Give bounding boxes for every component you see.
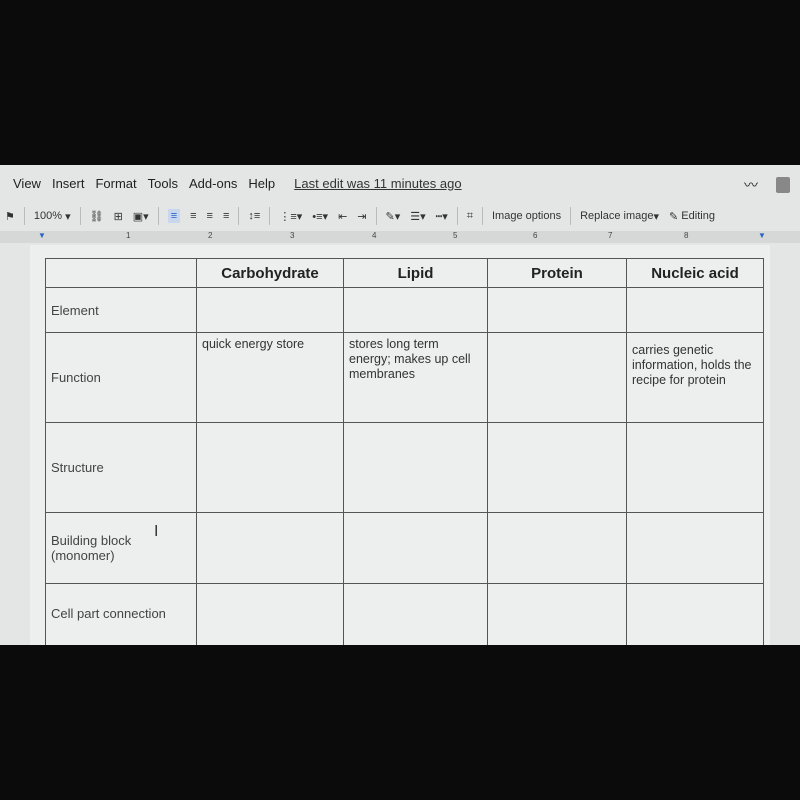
align-center-icon[interactable]: ≡ xyxy=(190,210,196,222)
table-cell[interactable] xyxy=(487,287,627,333)
divider xyxy=(375,207,377,225)
indent-marker-icon[interactable]: ▼ xyxy=(38,231,46,240)
table-header-row: Carbohydrate Lipid Protein Nucleic acid xyxy=(45,258,764,288)
table-cell[interactable] xyxy=(626,422,764,513)
table-cell[interactable] xyxy=(343,512,488,584)
border-weight-icon[interactable]: ☰▾ xyxy=(410,210,425,223)
align-left-icon[interactable]: ≡ xyxy=(167,209,181,223)
replace-image-button[interactable]: Replace image ▾ xyxy=(580,210,659,223)
divider xyxy=(79,207,81,225)
menu-tools[interactable]: Tools xyxy=(148,176,178,191)
zoom-select[interactable]: 100% ▾ xyxy=(34,210,71,223)
increase-indent-icon[interactable]: ⇥ xyxy=(357,210,366,223)
ruler-label: 1 xyxy=(126,231,131,240)
ruler-label: 6 xyxy=(533,231,538,240)
insert-image-icon[interactable]: ▣▾ xyxy=(133,210,149,223)
table-cell[interactable] xyxy=(487,583,627,645)
header-cell[interactable]: Lipid xyxy=(343,258,488,288)
table-cell[interactable] xyxy=(196,512,344,584)
last-edit-link[interactable]: Last edit was 11 minutes ago xyxy=(294,176,461,191)
biomolecules-table: Carbohydrate Lipid Protein Nucleic acid … xyxy=(45,258,764,645)
menu-view[interactable]: View xyxy=(13,176,41,191)
table-row: Element xyxy=(45,287,764,333)
row-label[interactable]: Structure xyxy=(45,422,197,513)
ruler-label: 8 xyxy=(684,231,689,240)
line-spacing-icon[interactable]: ↕≡ xyxy=(248,210,260,222)
header-cell[interactable]: Carbohydrate xyxy=(196,258,344,288)
editing-label: Editing xyxy=(681,210,715,222)
header-cell[interactable]: Nucleic acid xyxy=(626,258,764,288)
ruler[interactable]: ▼ 1 2 3 4 5 6 7 8 ▼ xyxy=(0,231,800,243)
menu-insert[interactable]: Insert xyxy=(52,176,85,191)
align-right-icon[interactable]: ≡ xyxy=(207,210,213,222)
table-row: Structure xyxy=(45,422,764,513)
table-cell[interactable] xyxy=(626,287,764,333)
bulleted-list-icon[interactable]: •≡▾ xyxy=(312,210,328,223)
menu-help[interactable]: Help xyxy=(248,176,275,191)
menu-format[interactable]: Format xyxy=(95,176,136,191)
ruler-label: 4 xyxy=(372,231,377,240)
table-cell[interactable]: stores long term energy; makes up cell m… xyxy=(343,332,488,423)
divider xyxy=(456,207,458,225)
zoom-value: 100% xyxy=(33,210,63,222)
menu-addons[interactable]: Add-ons xyxy=(189,176,237,191)
table-cell[interactable] xyxy=(343,287,488,333)
right-indent-marker-icon[interactable]: ▼ xyxy=(758,231,766,240)
table-cell[interactable] xyxy=(196,287,344,333)
table-cell[interactable] xyxy=(626,583,764,645)
header-cell[interactable] xyxy=(45,258,197,288)
table-cell[interactable] xyxy=(196,422,344,513)
text-cursor-icon: I xyxy=(154,523,159,540)
table-row: Cell part connection xyxy=(45,583,764,645)
table-cell[interactable] xyxy=(196,583,344,645)
add-comment-icon[interactable]: ⊞ xyxy=(114,210,123,223)
ruler-label: 5 xyxy=(453,231,458,240)
border-color-icon[interactable]: ✎▾ xyxy=(386,210,401,223)
link-icon[interactable]: ⛓ xyxy=(90,210,104,223)
table-cell[interactable] xyxy=(343,583,488,645)
ruler-label: 7 xyxy=(608,231,613,240)
divider xyxy=(269,207,271,225)
ruler-label: 2 xyxy=(208,231,213,240)
comments-icon[interactable] xyxy=(776,177,790,193)
divider xyxy=(157,207,159,225)
activity-trend-icon[interactable]: 〰 xyxy=(744,175,758,195)
row-label[interactable]: Function xyxy=(45,332,197,423)
divider xyxy=(238,207,240,225)
table-cell[interactable] xyxy=(343,422,488,513)
ruler-label: 3 xyxy=(290,231,295,240)
divider xyxy=(23,207,25,225)
row-label[interactable]: Building block (monomer) xyxy=(45,512,197,584)
header-cell[interactable]: Protein xyxy=(487,258,627,288)
table-cell[interactable] xyxy=(487,422,627,513)
table-cell[interactable] xyxy=(626,512,764,584)
table-cell[interactable]: quick energy store xyxy=(196,332,344,423)
table-cell[interactable] xyxy=(487,332,627,423)
document-page[interactable]: Carbohydrate Lipid Protein Nucleic acid … xyxy=(30,245,770,645)
decrease-indent-icon[interactable]: ⇤ xyxy=(338,210,347,223)
menu-bar: View Insert Format Tools Add-ons Help La… xyxy=(0,169,800,197)
border-dash-icon[interactable]: ┅▾ xyxy=(436,210,448,223)
image-options-button[interactable]: Image options xyxy=(492,210,561,222)
justify-icon[interactable]: ≡ xyxy=(223,210,229,222)
divider xyxy=(482,207,483,225)
row-label[interactable]: Cell part connection xyxy=(45,583,197,645)
table-cell[interactable]: carries genetic information, holds the r… xyxy=(626,332,764,423)
table-cell[interactable] xyxy=(487,512,627,584)
editing-mode-button[interactable]: ✎ Editing xyxy=(669,210,715,223)
row-label[interactable]: Element xyxy=(45,287,197,333)
numbered-list-icon[interactable]: ⋮≡▾ xyxy=(279,210,302,223)
replace-image-label: Replace image xyxy=(580,210,654,222)
paint-format-icon[interactable]: ⚑ xyxy=(5,210,15,223)
table-row: Function quick energy store stores long … xyxy=(45,332,764,423)
divider xyxy=(570,207,572,225)
crop-icon[interactable]: ⌗ xyxy=(467,210,473,223)
google-docs-window: View Insert Format Tools Add-ons Help La… xyxy=(0,165,800,645)
toolbar: ⚑ 100% ▾ ⛓ ⊞ ▣▾ ≡ ≡ ≡ ≡ ↕≡ ⋮≡▾ •≡▾ ⇤ ⇥ ✎… xyxy=(0,203,800,229)
